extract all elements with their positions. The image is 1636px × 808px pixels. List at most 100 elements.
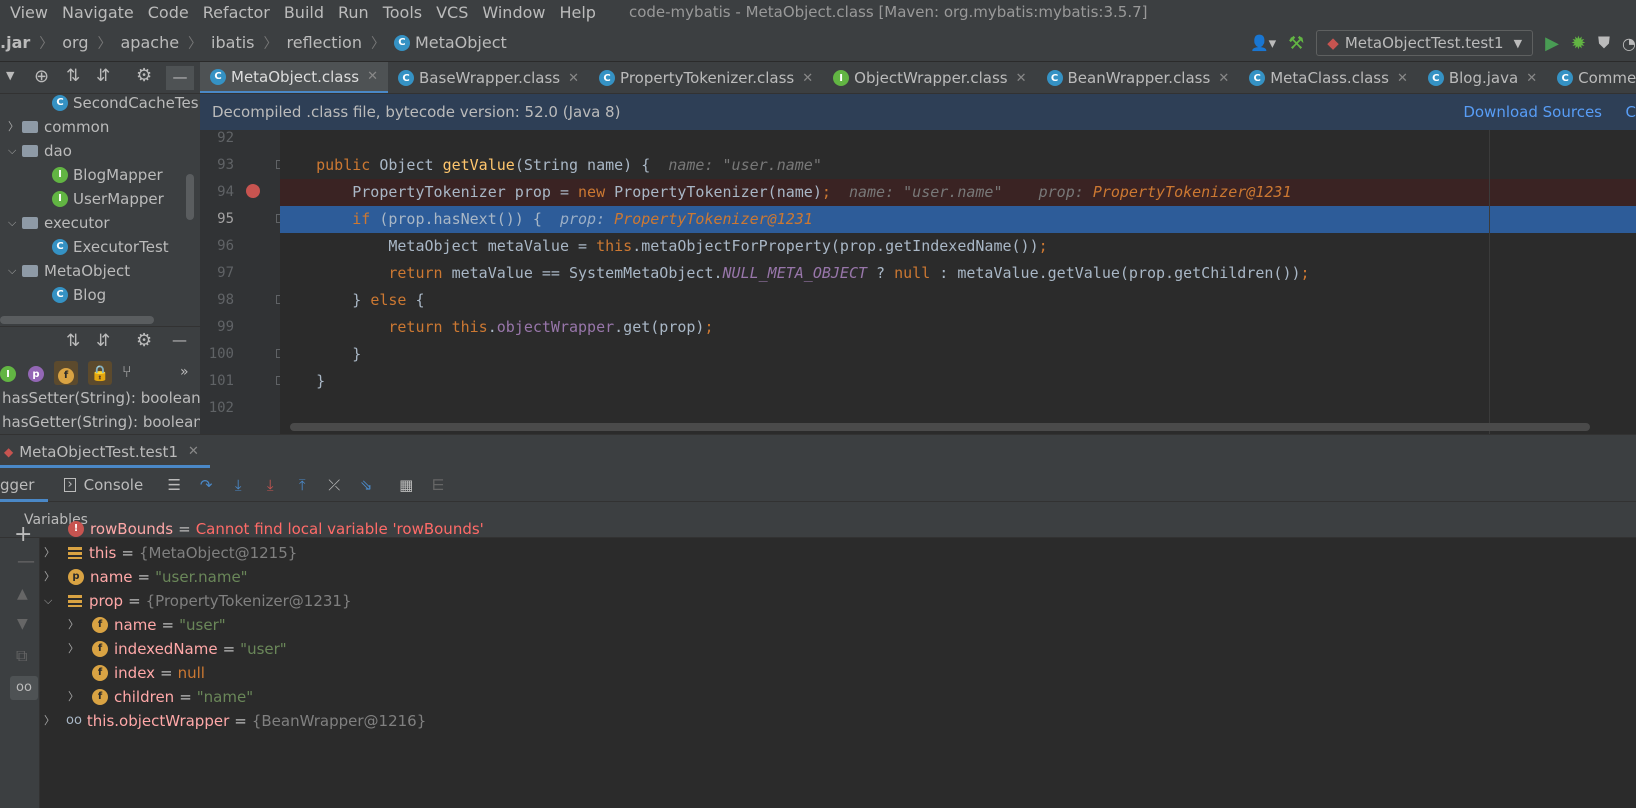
chevron-right-icon[interactable]: 〉 [68,613,79,637]
gear-icon[interactable]: ⚙ [136,65,152,86]
debug-icon[interactable]: ✹ [1571,33,1586,54]
breadcrumb-ibatis[interactable]: ibatis [211,33,254,52]
build-hammer-icon[interactable]: ⚒ [1288,33,1304,54]
drop-frame-icon[interactable]: ⤫ [321,472,347,498]
structure-item[interactable]: hasSetter(String): boolean [2,386,201,410]
breadcrumb-apache[interactable]: apache [121,33,180,52]
variable-row[interactable]: ⌵ prop = {PropertyTokenizer@1231} [44,589,352,613]
tree-item[interactable]: I UserMapper [52,187,164,211]
tab-commen[interactable]: CCommen [1547,62,1636,93]
close-icon[interactable]: ✕ [568,71,579,86]
chevron-right-icon[interactable]: 〉 [44,541,55,565]
structure-item[interactable]: hasGetter(String): boolean [2,410,203,434]
move-up-icon[interactable]: ▲ [17,586,28,602]
menu-code[interactable]: Code [141,3,196,22]
inherited-filter-icon[interactable]: I [0,366,16,382]
tree-item[interactable]: 〉 common [8,115,109,139]
chevron-right-icon[interactable]: 〉 [8,115,22,139]
tree-item[interactable]: ⌵ executor [8,211,110,235]
lock-icon[interactable]: 🔒 [88,361,112,385]
more-icon[interactable]: » [180,364,189,380]
frames-panel-edge[interactable] [0,538,8,808]
hierarchy-icon[interactable]: ⑂ [122,362,132,381]
menu-refactor[interactable]: Refactor [196,3,277,22]
show-watches-icon[interactable]: oo [10,676,38,700]
menu-view[interactable]: View [0,3,55,22]
step-into-icon[interactable]: ⤓ [225,472,251,498]
force-step-into-icon[interactable]: ⤓ [257,472,283,498]
run-configuration-select[interactable]: ◆ MetaObjectTest.test1 ▼ [1316,30,1534,56]
locate-icon[interactable]: ⊕ [34,66,49,87]
close-icon[interactable]: ✕ [802,71,813,86]
breadcrumb-jar[interactable]: .jar [0,33,30,52]
tree-item[interactable]: I BlogMapper [52,163,163,187]
run-to-cursor-icon[interactable]: ⇘ [353,472,379,498]
evaluate-expression-icon[interactable]: ▦ [393,472,419,498]
user-icon[interactable]: 👤▾ [1250,34,1276,52]
tree-item[interactable]: ⌵ MetaObject [8,259,130,283]
add-watch-icon[interactable]: + [14,522,32,547]
close-icon[interactable]: ✕ [1526,71,1537,86]
chevron-right-icon[interactable]: 〉 [68,685,79,709]
editor-horizontal-scrollbar[interactable] [290,423,1590,431]
copy-icon[interactable]: ⧉ [16,646,27,666]
remove-watch-icon[interactable]: — [17,551,35,572]
breadcrumb-reflection[interactable]: reflection [287,33,362,52]
menu-help[interactable]: Help [552,3,602,22]
fields-filter-icon[interactable]: f [54,361,78,385]
horizontal-scrollbar[interactable] [0,316,154,324]
tab-debugger[interactable]: gger [0,468,49,502]
tab-metaclass-class[interactable]: C MetaClass.class ✕ [1239,62,1418,93]
close-icon[interactable]: ✕ [367,69,378,84]
minimize-icon[interactable]: — [166,66,194,90]
variable-row[interactable]: 〉 f children = "name" [68,685,253,709]
variable-row[interactable]: ! rowBounds = Cannot find local variable '… [68,517,484,541]
run-icon[interactable]: ▶ [1545,33,1559,54]
menu-vcs[interactable]: VCS [429,3,475,22]
chevron-down-icon[interactable]: ⌵ [44,589,52,613]
coverage-icon[interactable]: ⛊ [1598,33,1610,53]
menu-run[interactable]: Run [331,3,376,22]
tab-basewrapper-class[interactable]: C BaseWrapper.class ✕ [388,62,589,93]
tree-item[interactable]: C Blog [52,283,106,307]
property-filter-icon[interactable]: p [28,366,44,382]
collapse-all-icon[interactable]: ⇵ [96,66,110,86]
collapse-all-icon[interactable]: ⇵ [96,331,110,351]
close-icon[interactable]: ✕ [1016,71,1027,86]
step-over-icon[interactable]: ↷ [193,472,219,498]
variable-row[interactable]: 〉 p name = "user.name" [44,565,248,589]
vertical-scrollbar[interactable] [186,174,194,220]
tab-blog-java[interactable]: C Blog.java ✕ [1418,62,1547,93]
close-icon[interactable]: ✕ [188,444,199,459]
tab-objectwrapper-class[interactable]: I ObjectWrapper.class ✕ [823,62,1036,93]
breadcrumb-metaobject[interactable]: MetaObject [415,33,507,52]
tab-metaobject-class[interactable]: C MetaObject.class ✕ [200,62,389,93]
tree-item[interactable]: C SecondCacheTes [52,91,199,115]
close-icon[interactable]: ✕ [1397,71,1408,86]
variable-row[interactable]: 〉 f indexedName = "user" [68,637,287,661]
chevron-down-icon[interactable]: ⌵ [8,139,22,163]
minimize-icon[interactable]: — [172,331,187,349]
tab-beanwrapper-class[interactable]: C BeanWrapper.class ✕ [1037,62,1240,93]
variable-row[interactable]: 〉 oo this.objectWrapper = {BeanWrapper@121… [44,709,426,733]
chevron-down-icon[interactable]: ⌵ [8,259,22,283]
breadcrumb-org[interactable]: org [62,33,88,52]
tree-item[interactable]: ⌵ dao [8,139,72,163]
menu-tools[interactable]: Tools [376,3,429,22]
gear-icon[interactable]: ⚙ [136,330,152,351]
menu-navigate[interactable]: Navigate [55,3,141,22]
trace-icon[interactable]: ⋿ [425,472,451,498]
tab-propertytokenizer-class[interactable]: C PropertyTokenizer.class ✕ [589,62,823,93]
tab-console[interactable]: Console [84,476,144,494]
close-icon[interactable]: ✕ [1218,71,1229,86]
breakpoint-icon[interactable] [246,184,260,198]
variable-row[interactable]: 〉 f name = "user" [68,613,226,637]
chevron-down-icon[interactable]: ⌵ [8,211,22,235]
variable-row[interactable]: f index = null [92,661,205,685]
debug-session-name[interactable]: MetaObjectTest.test1 [19,443,178,461]
menu-build[interactable]: Build [277,3,331,22]
profiler-icon[interactable]: ◔ [1622,34,1636,53]
choose-sources-link[interactable]: C [1626,103,1636,121]
move-down-icon[interactable]: ▼ [17,616,28,632]
chevron-right-icon[interactable]: 〉 [68,637,79,661]
